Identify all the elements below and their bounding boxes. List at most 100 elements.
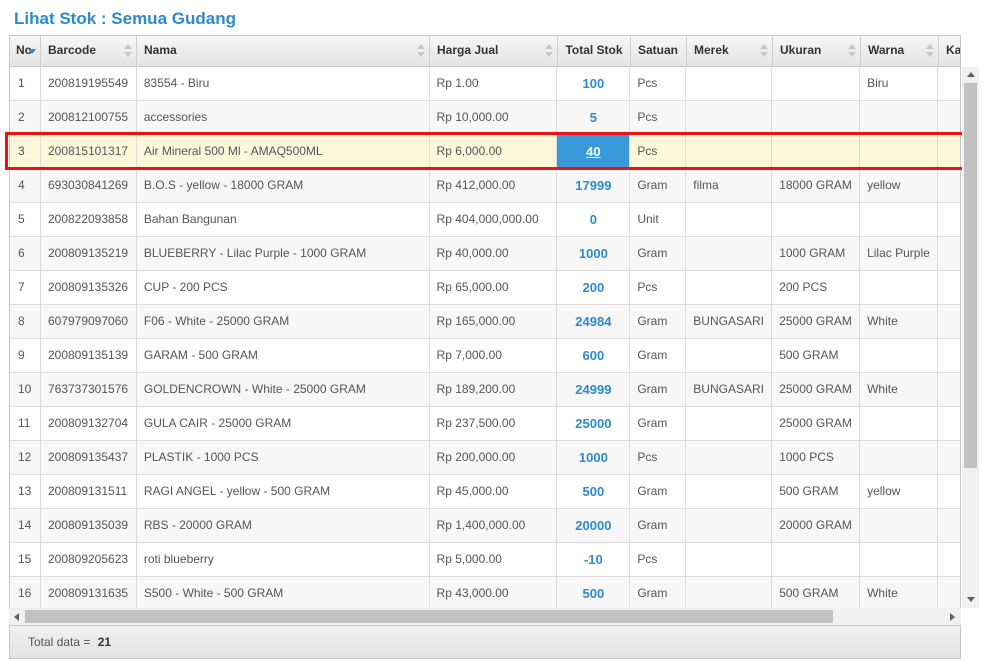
vertical-scrollbar[interactable] bbox=[962, 67, 979, 608]
cell-total-stok[interactable]: 500 bbox=[557, 475, 631, 508]
table-row[interactable]: 15 200809205623 roti blueberry Rp 5,000.00-… bbox=[10, 543, 960, 577]
cell-satuan: Gram bbox=[630, 373, 687, 406]
sort-icon bbox=[545, 44, 553, 58]
horizontal-scroll-thumb[interactable] bbox=[25, 610, 833, 623]
cell-satuan: Gram bbox=[630, 475, 687, 508]
col-header-ukuran[interactable]: Ukuran bbox=[773, 36, 861, 67]
table-row[interactable]: 10 763737301576 GOLDENCROWN - White - 2500… bbox=[10, 373, 960, 407]
cell-merek bbox=[686, 475, 773, 508]
cell-nama: GARAM - 500 GRAM bbox=[137, 339, 430, 372]
cell-total-stok[interactable]: 1000 bbox=[557, 441, 631, 474]
cell-total-stok[interactable]: 600 bbox=[557, 339, 631, 372]
cell-harga-jual: Rp 43,000.00 bbox=[430, 577, 558, 609]
cell-total-stok[interactable]: 200 bbox=[557, 271, 631, 304]
sort-icon bbox=[417, 44, 425, 58]
cell-total-stok[interactable]: 17999 bbox=[557, 169, 631, 202]
cell-total-stok[interactable]: 100 bbox=[557, 67, 631, 100]
cell-warna: yellow bbox=[860, 169, 939, 202]
table-row[interactable]: 9 200809135139 GARAM - 500 GRAM Rp 7,000.00… bbox=[10, 339, 960, 373]
cell-barcode: 763737301576 bbox=[41, 373, 137, 406]
cell-ukuran bbox=[772, 203, 861, 236]
col-header-no[interactable]: No bbox=[10, 36, 41, 67]
scroll-down-icon[interactable] bbox=[967, 597, 975, 602]
cell-merek bbox=[686, 237, 773, 270]
col-header-barcode-label: Barcode bbox=[48, 43, 97, 57]
cell-barcode: 607979097060 bbox=[41, 305, 137, 338]
table-row[interactable]: 12 200809135437 PLASTIK - 1000 PCS Rp 200,0… bbox=[10, 441, 960, 475]
cell-merek: BUNGASARI bbox=[686, 373, 773, 406]
col-header-total-stok[interactable]: Total Stok bbox=[558, 36, 631, 67]
scroll-up-icon[interactable] bbox=[967, 72, 975, 77]
col-header-nama[interactable]: Nama bbox=[137, 36, 430, 67]
table-row[interactable]: 8 607979097060 F06 - White - 25000 GRAM Rp … bbox=[10, 305, 960, 339]
table-row[interactable]: 14 200809135039 RBS - 20000 GRAM Rp 1,400,0… bbox=[10, 509, 960, 543]
cell-ukuran: 25000 GRAM bbox=[772, 407, 861, 440]
table-row[interactable]: 16 200809131635 S500 - White - 500 GRAM Rp … bbox=[10, 577, 960, 609]
cell-kategori bbox=[938, 509, 960, 542]
col-header-kategori[interactable]: Kateg bbox=[939, 36, 960, 67]
cell-no: 12 bbox=[10, 441, 41, 474]
table-row[interactable]: 13 200809131511 RAGI ANGEL - yellow - 500 … bbox=[10, 475, 960, 509]
col-header-warna[interactable]: Warna bbox=[861, 36, 939, 67]
table-row[interactable]: 6 200809135219 BLUEBERRY - Lilac Purple - … bbox=[10, 237, 960, 271]
grid-header: No Barcode Nama Harga Jual Total Stok Sa… bbox=[10, 36, 960, 67]
cell-harga-jual: Rp 10,000.00 bbox=[430, 101, 558, 134]
cell-harga-jual: Rp 404,000,000.00 bbox=[430, 203, 558, 236]
cell-harga-jual: Rp 200,000.00 bbox=[430, 441, 558, 474]
cell-merek bbox=[686, 67, 773, 100]
cell-ukuran: 500 GRAM bbox=[772, 339, 861, 372]
cell-no: 11 bbox=[10, 407, 41, 440]
cell-merek bbox=[686, 203, 773, 236]
col-header-barcode[interactable]: Barcode bbox=[41, 36, 137, 67]
cell-total-stok[interactable]: 5 bbox=[557, 101, 631, 134]
cell-total-stok[interactable]: 25000 bbox=[557, 407, 631, 440]
cell-kategori bbox=[938, 203, 960, 236]
cell-nama: RAGI ANGEL - yellow - 500 GRAM bbox=[137, 475, 430, 508]
col-header-harga[interactable]: Harga Jual bbox=[430, 36, 558, 67]
sort-icon bbox=[124, 44, 132, 58]
col-header-merek[interactable]: Merek bbox=[687, 36, 773, 67]
cell-total-stok[interactable]: 40 bbox=[557, 135, 631, 168]
cell-satuan: Gram bbox=[630, 169, 687, 202]
table-row[interactable]: 7 200809135326 CUP - 200 PCS Rp 65,000.00 20… bbox=[10, 271, 960, 305]
vertical-scroll-thumb[interactable] bbox=[964, 83, 977, 468]
cell-merek bbox=[686, 407, 773, 440]
grid-footer: Total data = 21 bbox=[9, 625, 961, 659]
cell-satuan: Gram bbox=[630, 305, 687, 338]
cell-nama: accessories bbox=[137, 101, 430, 134]
table-row[interactable]: 5 200822093858 Bahan Bangunan Rp 404,000,00… bbox=[10, 203, 960, 237]
cell-total-stok[interactable]: -10 bbox=[557, 543, 631, 576]
cell-harga-jual: Rp 65,000.00 bbox=[430, 271, 558, 304]
cell-barcode: 200822093858 bbox=[41, 203, 137, 236]
cell-total-stok[interactable]: 24984 bbox=[557, 305, 631, 338]
cell-total-stok[interactable]: 1000 bbox=[557, 237, 631, 270]
table-row[interactable]: 2 200812100755 accessories Rp 10,000.00 5 Pcs bbox=[10, 101, 960, 135]
table-row[interactable]: 11 200809132704 GULA CAIR - 25000 GRAM Rp 2… bbox=[10, 407, 960, 441]
col-header-satuan[interactable]: Satuan bbox=[631, 36, 687, 67]
table-row[interactable]: 3 200815101317 Air Mineral 500 Ml - AMAQ50… bbox=[10, 135, 960, 169]
horizontal-scrollbar[interactable] bbox=[9, 608, 961, 625]
cell-satuan: Pcs bbox=[630, 271, 687, 304]
cell-merek bbox=[686, 101, 773, 134]
cell-satuan: Gram bbox=[630, 237, 687, 270]
cell-total-stok[interactable]: 500 bbox=[557, 577, 631, 609]
cell-barcode: 200809131635 bbox=[41, 577, 137, 609]
cell-total-stok[interactable]: 24999 bbox=[557, 373, 631, 406]
scroll-right-icon[interactable] bbox=[950, 613, 955, 621]
cell-satuan: Gram bbox=[630, 509, 687, 542]
total-data-label: Total data = bbox=[28, 635, 91, 649]
table-row[interactable]: 4 693030841269 B.O.S - yellow - 18000 GRAM… bbox=[10, 169, 960, 203]
cell-satuan: Pcs bbox=[630, 67, 687, 100]
cell-kategori bbox=[938, 373, 960, 406]
cell-warna bbox=[860, 135, 939, 168]
cell-warna bbox=[860, 339, 939, 372]
cell-nama: GOLDENCROWN - White - 25000 GRAM bbox=[137, 373, 430, 406]
cell-total-stok[interactable]: 20000 bbox=[557, 509, 631, 542]
cell-harga-jual: Rp 412,000.00 bbox=[430, 169, 558, 202]
page-title: Lihat Stok : Semua Gudang bbox=[14, 9, 236, 28]
cell-total-stok[interactable]: 0 bbox=[557, 203, 631, 236]
cell-ukuran: 200 PCS bbox=[772, 271, 861, 304]
cell-nama: Air Mineral 500 Ml - AMAQ500ML bbox=[137, 135, 430, 168]
table-row[interactable]: 1 200819195549 83554 - Biru Rp 1.00 100 Pcs Bi… bbox=[10, 67, 960, 101]
scroll-left-icon[interactable] bbox=[14, 613, 19, 621]
